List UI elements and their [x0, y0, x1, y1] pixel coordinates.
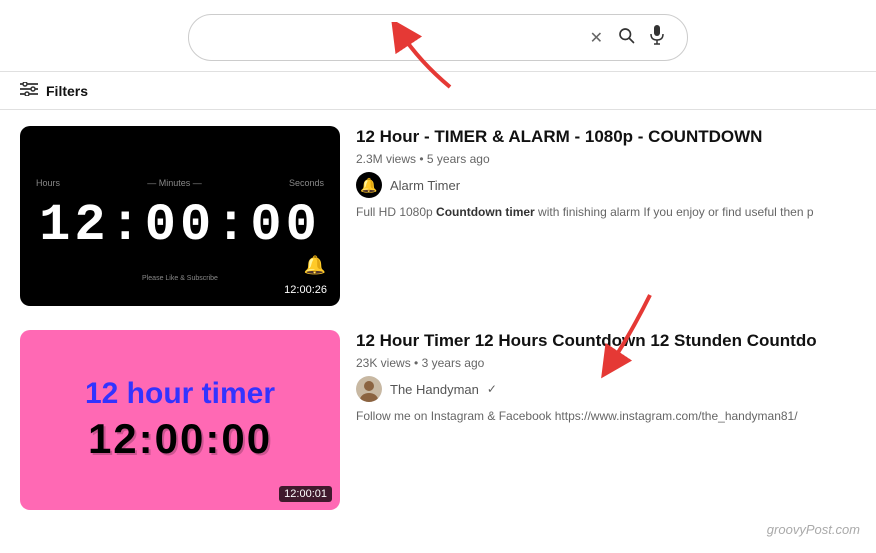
thumb1-labels: Hours — Minutes — Seconds [36, 178, 324, 188]
hours-label: Hours [36, 178, 60, 188]
channel-name-1[interactable]: Alarm Timer [390, 178, 460, 193]
search-button[interactable] [609, 24, 643, 51]
filters-row: Filters [0, 72, 876, 110]
close-icon: ✕ [590, 30, 603, 47]
views-2: 23K views [356, 356, 411, 370]
filters-icon [20, 82, 38, 99]
minutes-label: — Minutes — [147, 178, 202, 188]
thumb2-title: 12 hour timer [85, 377, 275, 411]
thumb2-time: 12:00:00 [88, 415, 272, 463]
bold-text-1: Countdown timer [436, 205, 535, 219]
mic-button[interactable] [643, 23, 671, 52]
watermark: groovyPost.com [767, 522, 860, 537]
bell-icon: 🔔 [304, 255, 326, 276]
video-info-2: 12 Hour Timer 12 Hours Countdown 12 Stun… [356, 330, 856, 425]
thumb1-time: 12:00:00 [39, 196, 321, 255]
results-area: Hours — Minutes — Seconds 12:00:00 🔔 Ple… [0, 110, 876, 526]
search-icon [617, 28, 635, 48]
channel-avatar-1: 🔔 [356, 172, 382, 198]
search-clear-button[interactable]: ✕ [584, 26, 609, 50]
views-1: 2.3M views [356, 152, 416, 166]
mic-icon [649, 29, 665, 49]
result-item-2: 12 hour timer 12:00:00 12:00:01 12 Hour … [20, 330, 856, 510]
search-input-wrapper: 12 hour countdown timer ✕ [188, 14, 688, 61]
search-bar-area: 12 hour countdown timer ✕ [0, 0, 876, 72]
thumb2-duration: 12:00:01 [279, 486, 332, 502]
channel-row-2: The Handyman ✓ [356, 376, 856, 402]
separator-1: • [419, 152, 427, 166]
age-2: 3 years ago [422, 356, 485, 370]
thumbnail-2[interactable]: 12 hour timer 12:00:00 12:00:01 [20, 330, 340, 510]
filters-label[interactable]: Filters [46, 83, 88, 99]
age-1: 5 years ago [427, 152, 490, 166]
separator-2: • [414, 356, 422, 370]
thumb1-duration: 12:00:26 [279, 282, 332, 298]
channel-row-1: 🔔 Alarm Timer [356, 172, 856, 198]
channel-avatar-icon-1: 🔔 [360, 177, 377, 194]
video-description-1: Full HD 1080p Countdown timer with finis… [356, 204, 856, 221]
video-title-1[interactable]: 12 Hour - TIMER & ALARM - 1080p - COUNTD… [356, 126, 856, 148]
channel-avatar-2 [356, 376, 382, 402]
seconds-label: Seconds [289, 178, 324, 188]
video-info-1: 12 Hour - TIMER & ALARM - 1080p - COUNTD… [356, 126, 856, 221]
channel-name-2[interactable]: The Handyman [390, 382, 479, 397]
verified-icon-2: ✓ [487, 382, 497, 396]
video-meta-2: 23K views • 3 years ago [356, 356, 856, 370]
result-item-1: Hours — Minutes — Seconds 12:00:00 🔔 Ple… [20, 126, 856, 306]
video-title-2[interactable]: 12 Hour Timer 12 Hours Countdown 12 Stun… [356, 330, 856, 352]
video-meta-1: 2.3M views • 5 years ago [356, 152, 856, 166]
thumbnail-1[interactable]: Hours — Minutes — Seconds 12:00:00 🔔 Ple… [20, 126, 340, 306]
video-description-2: Follow me on Instagram & Facebook https:… [356, 408, 856, 425]
subscribe-text: Please Like & Subscribe [142, 275, 218, 282]
search-input[interactable]: 12 hour countdown timer [205, 29, 584, 46]
